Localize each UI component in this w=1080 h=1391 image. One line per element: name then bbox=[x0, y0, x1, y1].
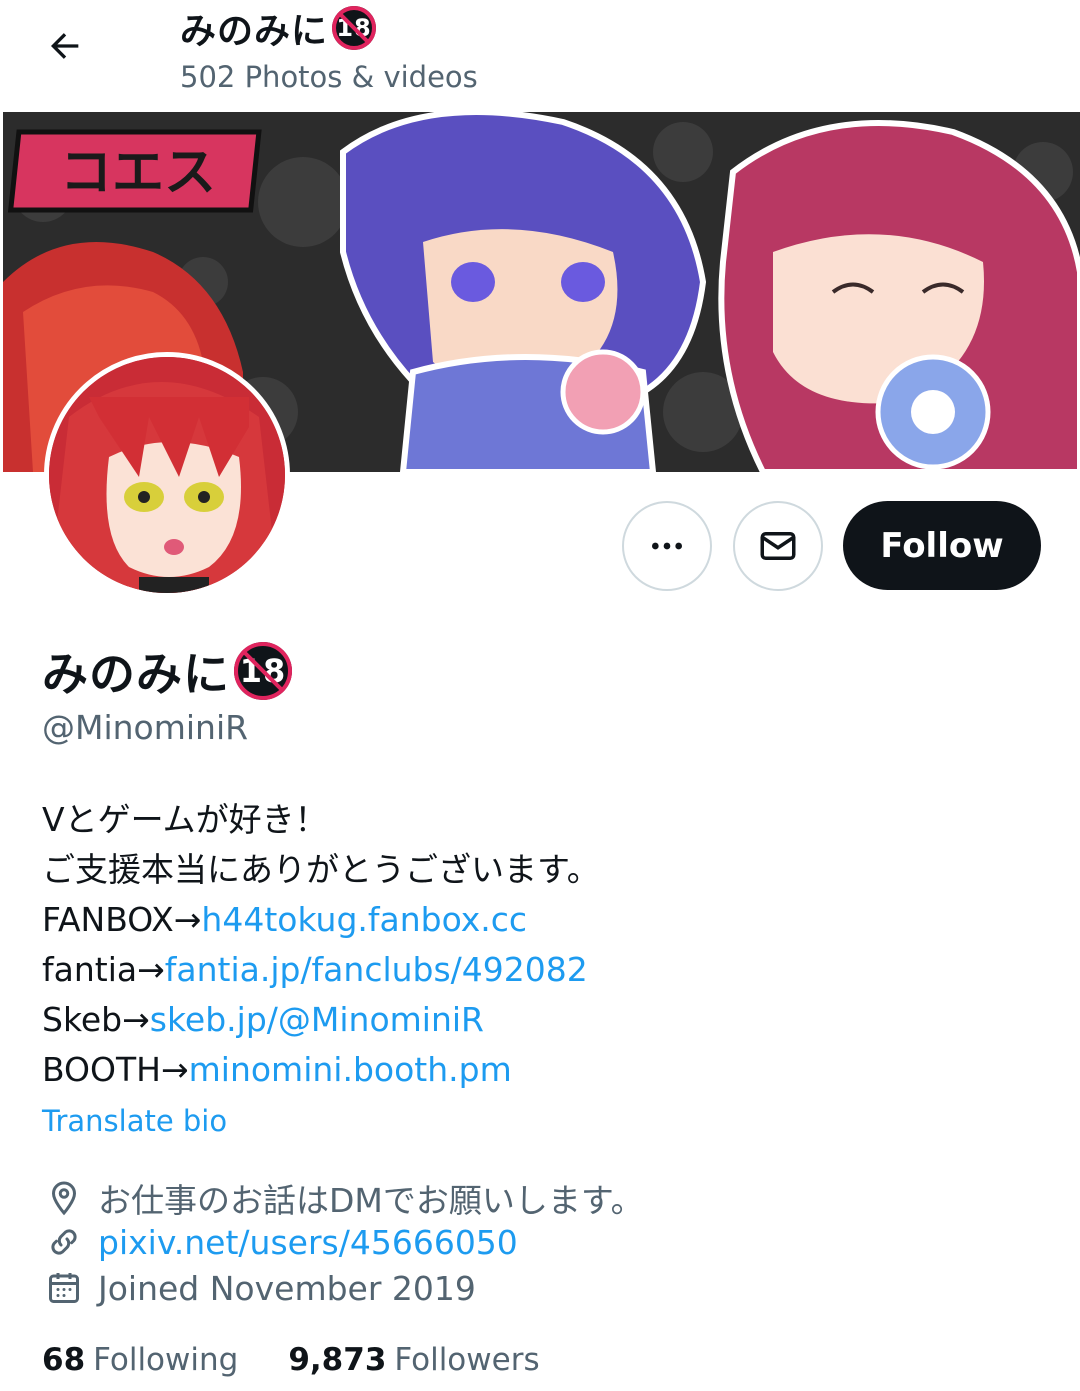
bio-link-line: Skeb→skeb.jp/@MinominiR bbox=[42, 995, 600, 1045]
profile-page: みのみに 18 502 Photos & videos コエス Follow み… bbox=[0, 0, 1080, 1391]
location-text: お仕事のお話はDMでお願いします。 bbox=[98, 1181, 644, 1220]
profile-bio: Vとゲームが好き！ ご支援本当にありがとうございます。 FANBOX→h44to… bbox=[42, 795, 600, 1095]
profile-website: pixiv.net/users/45666050 bbox=[44, 1222, 518, 1262]
follow-button[interactable]: Follow bbox=[843, 501, 1041, 590]
followers-stat[interactable]: 9,873 Followers bbox=[288, 1342, 539, 1378]
media-count: 502 Photos & videos bbox=[180, 60, 478, 94]
bio-link-line: fantia→fantia.jp/fanclubs/492082 bbox=[42, 945, 600, 995]
arrow-left-icon bbox=[51, 33, 79, 59]
header-name: みのみに bbox=[180, 11, 329, 52]
skeb-link[interactable]: skeb.jp/@MinominiR bbox=[150, 1000, 484, 1039]
display-name-text: みのみに bbox=[42, 647, 230, 701]
fanbox-link[interactable]: h44tokug.fanbox.cc bbox=[201, 900, 527, 939]
website-link[interactable]: pixiv.net/users/45666050 bbox=[98, 1223, 518, 1262]
followers-label: Followers bbox=[394, 1342, 540, 1378]
bio-link-prefix: Skeb→ bbox=[42, 1000, 150, 1039]
age-restricted-badge-icon: 18 bbox=[234, 642, 292, 700]
avatar-illustration bbox=[49, 357, 285, 593]
bio-link-line: BOOTH→minomini.booth.pm bbox=[42, 1045, 600, 1095]
translate-bio-link[interactable]: Translate bio bbox=[42, 1104, 227, 1138]
mail-icon bbox=[760, 532, 796, 560]
bio-link-line: FANBOX→h44tokug.fanbox.cc bbox=[42, 895, 600, 945]
following-label: Following bbox=[93, 1342, 239, 1378]
profile-location: お仕事のお話はDMでお願いします。 bbox=[44, 1174, 644, 1222]
fantia-link[interactable]: fantia.jp/fanclubs/492082 bbox=[165, 950, 588, 989]
bio-line: Vとゲームが好き！ bbox=[42, 800, 328, 839]
more-horizontal-icon bbox=[652, 542, 682, 550]
followers-count: 9,873 bbox=[288, 1342, 387, 1378]
banner-logo-text: コエス bbox=[60, 143, 216, 203]
profile-avatar[interactable] bbox=[44, 352, 290, 598]
following-stat[interactable]: 68 Following bbox=[42, 1342, 238, 1378]
follow-stats: 68 Following 9,873 Followers bbox=[42, 1342, 540, 1378]
header-title: みのみに 18 bbox=[180, 2, 377, 54]
bio-line: ご支援本当にありがとうございます。 bbox=[42, 850, 600, 889]
bio-link-prefix: fantia→ bbox=[42, 950, 165, 989]
joined-text: Joined November 2019 bbox=[98, 1268, 476, 1308]
top-bar: みのみに 18 502 Photos & videos bbox=[0, 0, 1080, 112]
link-icon bbox=[44, 1222, 84, 1262]
location-pin-icon bbox=[44, 1178, 84, 1218]
bio-link-prefix: FANBOX→ bbox=[42, 900, 202, 939]
profile-joined: Joined November 2019 bbox=[44, 1268, 476, 1308]
more-options-button[interactable] bbox=[622, 501, 712, 591]
display-name: みのみに 18 bbox=[42, 638, 292, 704]
back-button[interactable] bbox=[30, 16, 100, 76]
bio-link-prefix: BOOTH→ bbox=[42, 1050, 189, 1089]
message-button[interactable] bbox=[733, 501, 823, 591]
booth-link[interactable]: minomini.booth.pm bbox=[189, 1050, 512, 1089]
calendar-icon bbox=[44, 1268, 84, 1308]
age-restricted-badge-icon: 18 bbox=[332, 6, 377, 50]
user-handle: @MinominiR bbox=[42, 708, 249, 747]
following-count: 68 bbox=[42, 1342, 86, 1378]
